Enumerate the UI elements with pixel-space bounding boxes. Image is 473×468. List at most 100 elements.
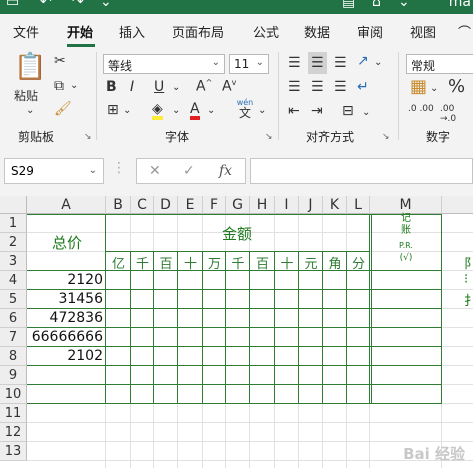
partial-text-3: 扌 xyxy=(464,294,473,309)
merge-center-icon[interactable]: ⊟ xyxy=(342,104,354,118)
tab-overflow[interactable]: ⌒ xyxy=(458,22,471,41)
increase-indent-icon[interactable]: ⇥ xyxy=(311,104,323,118)
tab-data[interactable]: 数据 xyxy=(304,22,330,41)
decrease-font-icon[interactable]: Av xyxy=(222,79,236,94)
bold-button[interactable]: B xyxy=(106,80,117,94)
column-header[interactable]: A xyxy=(27,196,106,214)
tab-insert[interactable]: 插入 xyxy=(119,22,145,41)
font-name-dropdown[interactable]: 等线 ⌄ xyxy=(103,54,225,74)
number-format-dropdown[interactable]: 常规 xyxy=(406,54,473,74)
align-right-icon[interactable]: ☰ xyxy=(334,80,347,94)
column-header[interactable]: C xyxy=(131,196,154,214)
fill-color-icon[interactable]: ◈ xyxy=(152,102,163,120)
phonetic-guide-icon[interactable]: wén 文 xyxy=(235,99,255,120)
value-cell[interactable]: 31456 xyxy=(58,291,103,307)
row-header[interactable]: 12 xyxy=(0,423,27,442)
value-cell[interactable]: 66666666 xyxy=(32,329,103,345)
alignment-launcher-icon[interactable]: ↘ xyxy=(382,132,390,142)
accounting-format-icon[interactable]: ▦ xyxy=(410,78,427,96)
row-header[interactable]: 2 xyxy=(0,233,27,252)
tab-formulas[interactable]: 公式 xyxy=(253,22,279,41)
column-header[interactable]: K xyxy=(323,196,347,214)
font-color-icon[interactable]: A xyxy=(190,102,200,120)
tab-home[interactable]: 开始 xyxy=(67,22,93,41)
formula-input[interactable] xyxy=(250,158,473,184)
fill-color-dropdown-icon[interactable]: ⌄ xyxy=(172,106,180,116)
increase-decimal-button[interactable]: .0 .00 xyxy=(408,104,438,114)
column-header[interactable]: J xyxy=(299,196,323,214)
column-header[interactable]: I xyxy=(275,196,299,214)
row-header[interactable]: 6 xyxy=(0,309,27,328)
italic-button[interactable]: I xyxy=(130,80,134,94)
tab-view[interactable]: 视图 xyxy=(410,22,436,41)
tab-review[interactable]: 审阅 xyxy=(357,22,383,41)
quick-access-icon[interactable]: ⌂ xyxy=(372,0,381,10)
font-color-dropdown-icon[interactable]: ⌄ xyxy=(207,106,215,116)
row-header[interactable]: 9 xyxy=(0,366,27,385)
column-header[interactable]: B xyxy=(106,196,131,214)
align-middle-icon[interactable]: ☰ xyxy=(308,52,327,74)
tab-file[interactable]: 文件 xyxy=(13,22,39,41)
underline-button[interactable]: U xyxy=(154,80,164,94)
column-header[interactable]: F xyxy=(203,196,226,214)
align-center-icon[interactable]: ☰ xyxy=(311,80,324,94)
orientation-dropdown-icon[interactable]: ⌄ xyxy=(374,58,382,68)
value-cell[interactable]: 472836 xyxy=(50,310,103,326)
merge-dropdown-icon[interactable]: ⌄ xyxy=(362,108,370,118)
copy-dropdown-icon[interactable]: ⌄ xyxy=(70,81,78,91)
wrap-text-icon[interactable]: ↵ xyxy=(357,80,369,94)
font-launcher-icon[interactable]: ↘ xyxy=(265,132,273,142)
cut-icon[interactable]: ✂ xyxy=(54,54,66,68)
insert-function-button[interactable]: fx xyxy=(219,163,232,179)
increase-font-icon[interactable]: A^ xyxy=(196,79,212,94)
column-header[interactable]: E xyxy=(178,196,203,214)
row-header[interactable]: 11 xyxy=(0,404,27,423)
paste-icon[interactable]: 📋 xyxy=(14,54,46,80)
align-left-icon[interactable]: ☰ xyxy=(288,80,301,94)
decrease-indent-icon[interactable]: ⇤ xyxy=(288,104,300,118)
save-icon[interactable]: ▭ xyxy=(6,0,19,10)
format-painter-icon[interactable]: 🖌 xyxy=(54,102,72,116)
column-header[interactable]: L xyxy=(347,196,370,214)
percent-style-button[interactable]: % xyxy=(448,78,465,96)
select-all-corner[interactable] xyxy=(0,196,27,214)
undo-icon[interactable]: ↶ xyxy=(40,0,52,10)
tab-page-layout[interactable]: 页面布局 xyxy=(172,22,224,41)
decrease-decimal-button[interactable]: .00 →.0 xyxy=(440,104,472,124)
formula-bar-grip-icon[interactable]: ⋮ xyxy=(112,160,126,176)
value-cell[interactable]: 2120 xyxy=(67,272,103,288)
name-box[interactable]: S29 ⌄ xyxy=(4,158,104,184)
phonetic-dropdown-icon[interactable]: ⌄ xyxy=(258,106,266,116)
borders-dropdown-icon[interactable]: ⌄ xyxy=(123,106,131,116)
customize-toolbar-icon[interactable]: ▤ xyxy=(342,0,355,10)
enter-icon[interactable]: ✓ xyxy=(183,163,195,179)
row-header[interactable]: 8 xyxy=(0,347,27,366)
row-header[interactable]: 3 xyxy=(0,252,27,271)
accounting-dropdown-icon[interactable]: ⌄ xyxy=(430,84,438,94)
paste-dropdown-icon[interactable]: ⌄ xyxy=(26,106,34,116)
clipboard-launcher-icon[interactable]: ↘ xyxy=(84,132,92,142)
column-header[interactable]: H xyxy=(250,196,275,214)
align-bottom-icon[interactable]: ☰ xyxy=(334,56,347,70)
value-cell[interactable]: 2102 xyxy=(67,348,103,364)
column-header[interactable]: G xyxy=(226,196,250,214)
redo-icon[interactable]: ↷ xyxy=(72,0,84,10)
align-top-icon[interactable]: ☰ xyxy=(288,56,301,70)
quick-access-more-icon[interactable]: ⌄ xyxy=(398,0,410,10)
font-size-dropdown[interactable]: 11 ⌄ xyxy=(229,54,269,74)
column-header[interactable]: M xyxy=(370,196,442,214)
cancel-icon[interactable]: ✕ xyxy=(149,163,161,179)
column-header[interactable]: D xyxy=(154,196,178,214)
row-header[interactable]: 4 xyxy=(0,271,27,290)
underline-dropdown-icon[interactable]: ⌄ xyxy=(172,83,180,93)
copy-icon[interactable]: ⧉ xyxy=(54,79,64,93)
row-header[interactable]: 13 xyxy=(0,442,27,461)
row-header[interactable]: 10 xyxy=(0,385,27,404)
row-header[interactable]: 1 xyxy=(0,214,27,233)
orientation-icon[interactable]: ↗ xyxy=(357,54,369,68)
row-header[interactable]: 5 xyxy=(0,290,27,309)
borders-icon[interactable]: ⊞ xyxy=(107,103,119,117)
undo-dropdown-icon[interactable]: ⌄ xyxy=(100,0,112,10)
row-header[interactable]: 7 xyxy=(0,328,27,347)
paste-button[interactable]: 粘贴 xyxy=(14,90,38,102)
